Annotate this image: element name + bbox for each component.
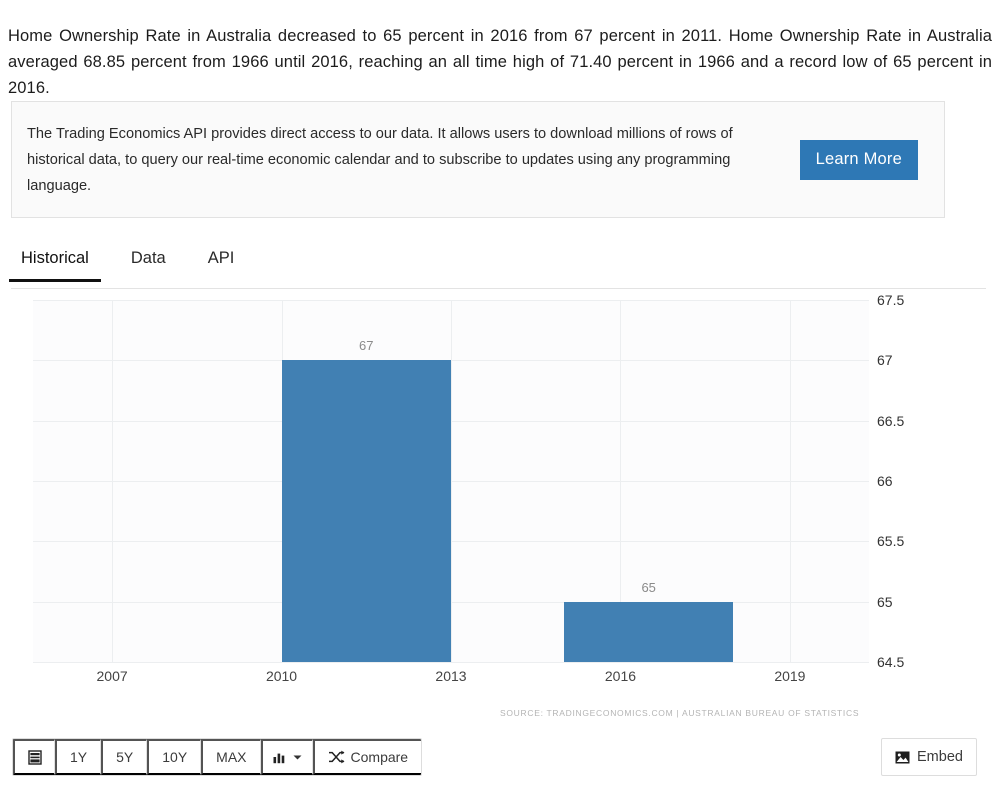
chart-gridline-horizontal	[33, 662, 869, 663]
chart-bar-value-label: 67	[359, 338, 374, 354]
chart-container[interactable]: 67 65 67.5 67 66.5 66 65.5 65 64.5 2007 2010 2013 2…	[0, 292, 1000, 718]
chart-gridline-vertical	[112, 300, 114, 662]
toolbar-range-5y-button[interactable]: 5Y	[101, 739, 148, 775]
chart-plot-area[interactable]: 67 65	[33, 300, 869, 663]
chart-y-tick-label: 66	[877, 473, 893, 489]
chart-bar[interactable]	[281, 360, 451, 662]
page-root: Home Ownership Rate in Australia decreas…	[0, 0, 1000, 802]
toolbar-calendar-button[interactable]	[13, 739, 55, 775]
chart-x-tick-label: 2019	[774, 668, 806, 684]
chart-y-tick-label: 64.5	[877, 654, 905, 670]
toolbar-range-10y-button[interactable]: 10Y	[147, 739, 202, 775]
learn-more-button[interactable]: Learn More	[799, 139, 918, 180]
image-icon	[895, 751, 910, 764]
chart-source-attribution: SOURCE: TRADINGECONOMICS.COM | AUSTRALIA…	[500, 708, 860, 718]
chevron-down-icon	[293, 754, 302, 761]
chart-x-tick-label: 2007	[96, 668, 128, 684]
toolbar-chart-type-button[interactable]	[260, 739, 313, 775]
chart-x-tick-label: 2013	[435, 668, 467, 684]
chart-y-tick-label: 67	[877, 352, 893, 369]
chart-gridline-vertical	[789, 300, 791, 662]
toolbar-compare-label: Compare	[350, 749, 409, 765]
chart-bar-value-label: 65	[641, 579, 656, 595]
content-tabs: Historical Data API	[9, 245, 986, 289]
chart-y-tick-label: 66.5	[877, 412, 905, 429]
tab-historical[interactable]: Historical	[9, 245, 101, 282]
api-promo-banner: The Trading Economics API provides direc…	[11, 101, 945, 218]
embed-label: Embed	[917, 749, 963, 765]
toolbar-range-1y-button[interactable]: 1Y	[55, 739, 102, 775]
chart-toolbar: 1Y 5Y 10Y MAX Compare	[12, 738, 423, 776]
tab-data[interactable]: Data	[127, 245, 170, 281]
api-promo-text: The Trading Economics API provides direc…	[27, 125, 733, 194]
chart-x-tick-label: 2016	[604, 668, 637, 684]
chart-gridline-vertical	[451, 300, 452, 662]
chart-y-tick-label: 65.5	[877, 533, 905, 550]
chart-y-tick-label: 67.5	[877, 292, 905, 308]
toolbar-range-max-button[interactable]: MAX	[201, 739, 261, 775]
page-intro-text: Home Ownership Rate in Australia decreas…	[8, 26, 992, 97]
chart-bar[interactable]	[563, 601, 734, 662]
calendar-icon	[27, 749, 42, 765]
toolbar-compare-button[interactable]: Compare	[312, 739, 422, 775]
embed-button[interactable]: Embed	[881, 738, 977, 776]
shuffle-icon	[328, 750, 345, 764]
chart-x-tick-label: 2010	[265, 668, 298, 684]
tab-api[interactable]: API	[204, 245, 239, 281]
chart-y-tick-label: 65	[877, 593, 893, 610]
bar-chart-icon	[273, 751, 287, 764]
